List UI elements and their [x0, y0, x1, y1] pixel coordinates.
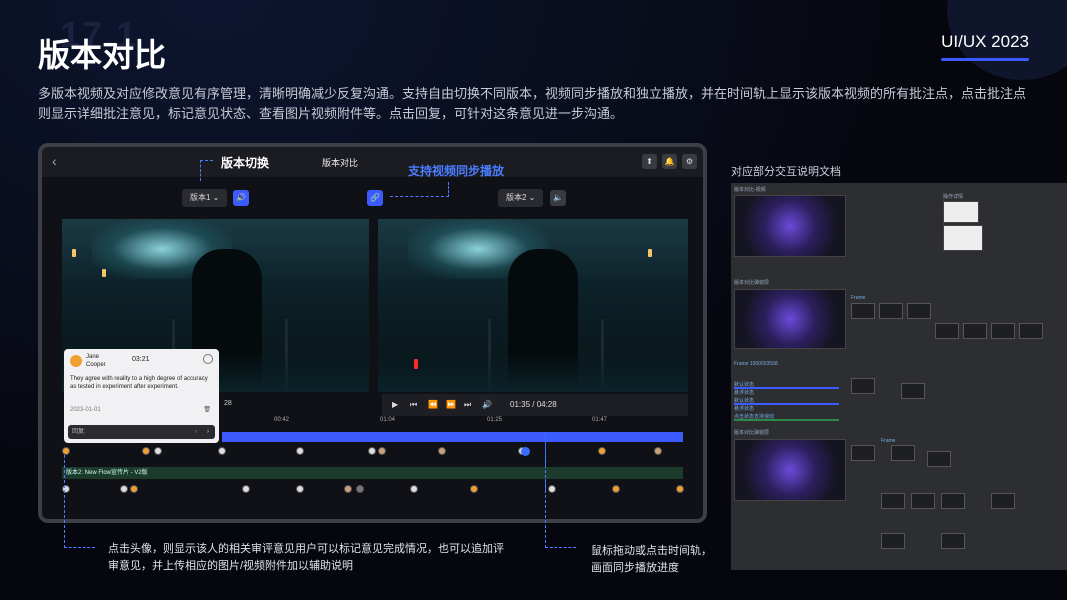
bell-icon[interactable]: 🔔 — [662, 154, 677, 169]
sync-link-icon[interactable]: 🔗 — [367, 190, 383, 206]
avatar[interactable] — [470, 485, 478, 493]
play-icon[interactable]: ▶ — [392, 400, 398, 409]
reply-input[interactable]: 回复: ‹ › — [68, 425, 215, 439]
commenter-name-2: Cooper — [86, 362, 106, 368]
left-time-readout: 28 — [224, 400, 232, 407]
caption-drag-timeline: 鼠标拖动或点击时间轨， 画面同步播放进度 — [591, 545, 712, 574]
screen-title: 版本对比 — [322, 158, 359, 168]
doc-thumbnail — [734, 195, 846, 257]
volume-icon[interactable]: 🔊 — [482, 400, 492, 409]
annotation-row-v1 — [62, 447, 683, 463]
avatar[interactable] — [356, 485, 364, 493]
avatar[interactable] — [120, 485, 128, 493]
avatar[interactable] — [676, 485, 684, 493]
right-video-player[interactable] — [378, 219, 688, 392]
avatar[interactable] — [410, 485, 418, 493]
avatar[interactable] — [598, 447, 606, 455]
chevron-right-icon[interactable]: › — [207, 425, 209, 439]
settings-icon[interactable]: ⚙ — [682, 154, 697, 169]
avatar[interactable] — [62, 447, 70, 455]
avatar[interactable] — [438, 447, 446, 455]
chevron-left-icon[interactable]: ‹ — [52, 153, 57, 169]
right-version-select[interactable]: 版本2 ⌄ — [498, 189, 544, 207]
timeline-marker[interactable] — [521, 447, 530, 456]
avatar[interactable] — [130, 485, 138, 493]
avatar[interactable] — [142, 447, 150, 455]
left-version-select[interactable]: 版本1 ⌄ — [182, 189, 228, 207]
right-player-controls: ▶ ⏮ ⏪ ⏩ ⏭ 🔊 01:35 / 04:28 — [382, 394, 688, 416]
avatar[interactable] — [612, 485, 620, 493]
right-volume-icon[interactable]: 🔈 — [550, 190, 566, 206]
annotation-line — [545, 455, 576, 548]
comment-time: 03:21 — [132, 356, 150, 363]
comment-body: They agree with reality to a high degree… — [70, 376, 208, 390]
trash-icon[interactable]: 🗑 — [203, 406, 211, 413]
chevron-left-icon[interactable]: ‹ — [195, 425, 197, 439]
avatar[interactable] — [154, 447, 162, 455]
step-forward-icon[interactable]: ⏩ — [446, 400, 456, 409]
annotation-line — [390, 182, 449, 197]
timeline-progress-track[interactable] — [222, 432, 683, 442]
annotation-line — [200, 160, 213, 181]
avatar[interactable] — [368, 447, 376, 455]
tablet-mockup: ‹ 版本对比 ⬆ 🔔 ⚙ 版本1 ⌄ 🔊 🔗 版本2 ⌄ 🔈 ▶ ⏮ ⏪ ⏩ ⏭… — [38, 143, 707, 523]
commenter-name: Jane — [86, 354, 100, 360]
comment-date: 2023-01-01 — [70, 407, 101, 413]
avatar[interactable] — [296, 485, 304, 493]
skip-forward-icon[interactable]: ⏭ — [464, 400, 471, 410]
avatar[interactable] — [378, 447, 386, 455]
brand-underline — [941, 58, 1029, 61]
upload-icon[interactable]: ⬆ — [642, 154, 657, 169]
annotation-line — [64, 455, 95, 548]
comment-card: Jane Cooper 03:21 They agree with realit… — [64, 349, 219, 443]
page-title: 版本对比 — [38, 37, 167, 73]
doc-thumbnail — [943, 201, 979, 223]
left-volume-icon[interactable]: 🔊 — [233, 190, 249, 206]
avatar[interactable] — [654, 447, 662, 455]
time-readout: 01:35 / 04:28 — [510, 400, 557, 409]
annotation-version-switch: 版本切换 — [221, 156, 270, 170]
version2-track-label: 版本2: New Flow宣传片 - V2版 — [62, 467, 683, 479]
brand-label: UI/UX 2023 — [941, 32, 1029, 51]
doc-thumbnail — [734, 439, 846, 501]
interaction-doc-panel: 版本对比-视频 版本对比弹窗层 版本对比弹窗层 Frame 1000003558… — [731, 183, 1067, 570]
annotation-sync-play: 支持视频同步播放 — [408, 164, 505, 178]
step-back-icon[interactable]: ⏪ — [428, 400, 438, 409]
avatar[interactable] — [344, 485, 352, 493]
resolve-checkbox[interactable] — [203, 354, 213, 364]
avatar[interactable] — [218, 447, 226, 455]
caption-click-avatar: 点击头像，则显示该人的相关审评意见用户可以标记意见完成情况，也可以追加评审意见，… — [108, 543, 504, 572]
avatar — [70, 355, 82, 367]
skip-back-icon[interactable]: ⏮ — [410, 400, 417, 410]
page-description: 多版本视频及对应修改意见有序管理，清晰明确减少反复沟通。支持自由切换不同版本，视… — [38, 86, 1027, 121]
avatar[interactable] — [296, 447, 304, 455]
annotation-row-v2 — [62, 485, 684, 501]
doc-thumbnail — [734, 289, 846, 349]
doc-panel-title: 对应部分交互说明文档 — [731, 166, 841, 178]
doc-thumbnail — [943, 225, 983, 251]
avatar[interactable] — [242, 485, 250, 493]
app-topbar: ‹ 版本对比 ⬆ 🔔 ⚙ — [42, 147, 703, 177]
